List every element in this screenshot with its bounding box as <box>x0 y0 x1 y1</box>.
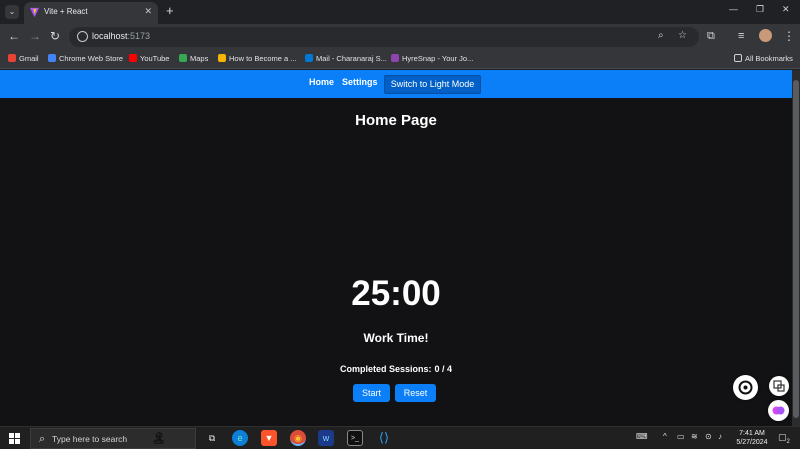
bookmark-mail[interactable]: Mail - Charanaraj S... <box>305 54 387 63</box>
menu-kebab-icon[interactable]: ⋮ <box>783 30 795 42</box>
beach-hammock-icon: 🏝 <box>151 431 167 445</box>
vscode-icon[interactable]: ⟨⟩ <box>376 430 392 446</box>
nav-settings-link[interactable]: Settings <box>342 77 378 87</box>
folder-icon <box>734 54 742 62</box>
terminal-icon[interactable]: >_ <box>347 430 363 446</box>
taskbar-search-box[interactable]: ⌕ Type here to search 🏝 <box>30 428 196 449</box>
battery-icon[interactable]: ▭ <box>677 432 685 441</box>
page-scrollbar[interactable] <box>792 70 800 426</box>
hyresnap-icon <box>391 54 399 62</box>
timer-display: 25:00 <box>351 274 441 313</box>
zoom-icon[interactable]: ⌕ <box>658 30 664 41</box>
all-bookmarks[interactable]: All Bookmarks <box>734 54 793 63</box>
back-icon[interactable]: ← <box>8 30 20 42</box>
volume-icon[interactable]: ♪ <box>718 432 722 441</box>
brain-extension-button[interactable] <box>768 400 789 421</box>
address-bar[interactable]: localhost:5173 ⌕ ☆ <box>69 27 699 47</box>
timer-mode-label: Work Time! <box>363 331 429 345</box>
meet-icon[interactable]: ⊙ <box>705 432 712 441</box>
app-viewport: Home Settings Switch to Light Mode Home … <box>0 70 792 426</box>
youtube-icon <box>129 54 137 62</box>
bookmark-page-icon <box>218 54 226 62</box>
translate-icon <box>773 380 785 392</box>
translate-button[interactable] <box>769 376 789 396</box>
bookmark-youtube[interactable]: YouTube <box>129 54 169 63</box>
clock-date: 5/27/2024 <box>736 439 768 446</box>
theme-toggle-button[interactable]: Switch to Light Mode <box>384 75 481 94</box>
bookmark-star-icon[interactable]: ☆ <box>678 30 687 41</box>
browser-toolbar: ← → ↻ localhost:5173 ⌕ ☆ ⧉ ≡ ⋮ <box>0 24 800 50</box>
sessions-value: 0 / 4 <box>434 364 453 374</box>
close-window-icon[interactable]: ✕ <box>782 4 790 15</box>
task-view-icon[interactable]: ⧉ <box>204 430 220 446</box>
maps-icon <box>179 54 187 62</box>
chrome-icon[interactable]: ◉ <box>290 430 306 446</box>
notification-icon[interactable]: ▢2 <box>778 432 790 445</box>
tab-search-icon[interactable]: ⌄ <box>5 5 19 19</box>
start-button[interactable]: Start <box>353 384 390 402</box>
bookmark-gmail[interactable]: Gmail <box>8 54 39 63</box>
vite-logo-icon <box>29 7 40 18</box>
extensions-icon[interactable]: ⧉ <box>707 30 715 42</box>
search-icon: ⌕ <box>39 433 46 445</box>
tab-close-icon[interactable]: ✕ <box>144 6 152 17</box>
bookmark-how-to-become[interactable]: How to Become a ... <box>218 54 297 63</box>
taskbar-clock[interactable]: 7:41 AM 5/27/2024 <box>730 429 774 447</box>
tray-expand-icon[interactable]: ^ <box>663 432 667 441</box>
ai-assistant-button[interactable] <box>733 375 758 400</box>
gmail-icon <box>8 54 16 62</box>
url-text[interactable]: localhost:5173 <box>92 31 150 41</box>
app-navbar: Home Settings Switch to Light Mode <box>0 70 792 98</box>
page-title: Home Page <box>355 112 437 129</box>
new-tab-button[interactable]: + <box>166 4 174 18</box>
bookmarks-bar: Gmail Chrome Web Store YouTube Maps How … <box>0 50 800 69</box>
site-info-icon[interactable] <box>77 31 88 42</box>
clock-time: 7:41 AM <box>739 430 765 437</box>
browser-tab[interactable]: Vite + React ✕ <box>24 2 158 24</box>
bookmark-hyresnap[interactable]: HyreSnap - Your Jo... <box>391 54 473 63</box>
taskbar-search-placeholder: Type here to search <box>52 434 128 444</box>
nav-home-link[interactable]: Home <box>309 77 334 87</box>
keyboard-icon[interactable]: ⌨ <box>636 432 648 441</box>
brave-icon[interactable]: ▼ <box>261 430 277 446</box>
minimize-icon[interactable]: — <box>729 4 738 14</box>
browser-tab-strip: ⌄ Vite + React ✕ + — ❐ ✕ <box>0 0 800 24</box>
restore-icon[interactable]: ❐ <box>756 4 764 15</box>
edge-icon[interactable]: e <box>232 430 248 446</box>
bookmark-chrome-web-store[interactable]: Chrome Web Store <box>48 54 123 63</box>
sessions-label: Completed Sessions: <box>339 364 432 374</box>
bookmark-maps[interactable]: Maps <box>179 54 208 63</box>
assistant-swirl-icon <box>738 380 753 395</box>
windows-taskbar: ⌕ Type here to search 🏝 ⧉ e ▼ ◉ w >_ ⟨⟩ … <box>0 426 800 449</box>
webstorm-icon[interactable]: w <box>318 430 334 446</box>
windows-start-icon[interactable] <box>9 433 20 444</box>
scrollbar-thumb[interactable] <box>793 80 799 418</box>
profile-avatar[interactable] <box>759 29 772 42</box>
chrome-web-store-icon <box>48 54 56 62</box>
outlook-icon <box>305 54 313 62</box>
forward-icon[interactable]: → <box>29 30 41 42</box>
tab-title: Vite + React <box>44 7 88 16</box>
reset-button[interactable]: Reset <box>395 384 436 402</box>
completed-sessions: Completed Sessions: 0 / 4 <box>0 364 792 374</box>
wifi-icon[interactable]: ≋ <box>691 432 698 441</box>
media-control-icon[interactable]: ≡ <box>738 30 744 42</box>
brain-icon <box>772 406 785 415</box>
reload-icon[interactable]: ↻ <box>50 30 60 42</box>
